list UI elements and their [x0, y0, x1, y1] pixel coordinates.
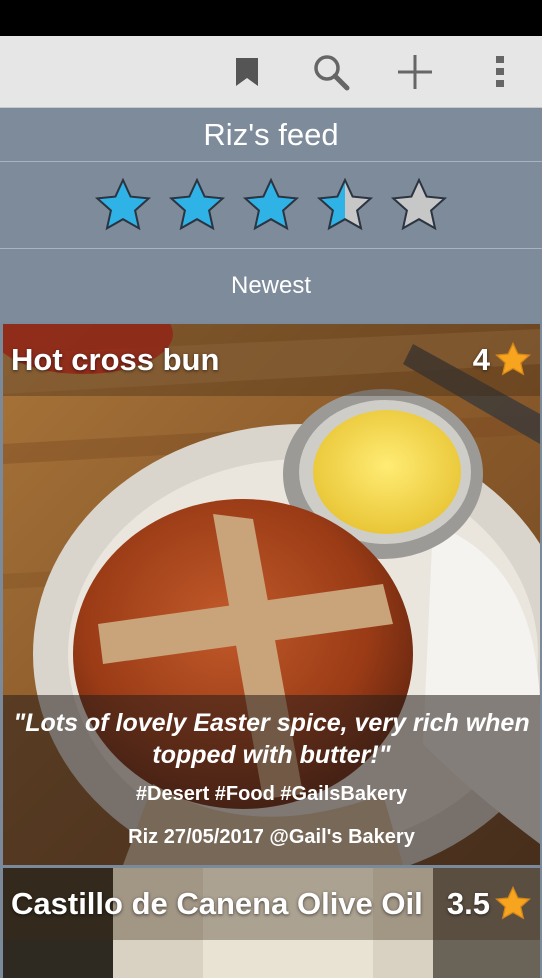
search-button[interactable] — [289, 36, 373, 108]
feed-title: Riz's feed — [0, 109, 542, 162]
rating-star-icon[interactable] — [93, 176, 153, 234]
rating-star-icon[interactable] — [389, 176, 449, 234]
card-tags[interactable]: #Desert #Food #GailsBakery — [3, 783, 540, 806]
card-header: Castillo de Canena Olive Oil 3.5 — [3, 868, 540, 940]
star-icon — [495, 885, 531, 920]
card-title: Hot cross bun — [11, 342, 220, 377]
card-footer: "Lots of lovely Easter spice, very rich … — [3, 695, 540, 865]
card-review: "Lots of lovely Easter spice, very rich … — [13, 709, 530, 769]
rating-star-icon[interactable] — [167, 176, 227, 234]
card-header: Hot cross bun 4 — [3, 324, 540, 396]
add-icon — [398, 55, 432, 89]
card-score: 3.5 — [446, 886, 490, 921]
feed-rating[interactable] — [0, 162, 542, 249]
feed-header: Riz's feed Newest — [0, 109, 542, 322]
rating-star-icon[interactable] — [315, 176, 375, 234]
status-bar — [0, 0, 542, 36]
bookmark-icon — [236, 58, 258, 86]
action-bar — [0, 36, 542, 108]
overflow-menu-button[interactable] — [458, 36, 542, 108]
card-title: Castillo de Canena Olive Oil — [11, 886, 423, 921]
sort-selector[interactable]: Newest — [0, 249, 542, 322]
star-icon — [495, 341, 531, 376]
overflow-menu-icon — [496, 56, 504, 87]
add-button[interactable] — [373, 36, 457, 108]
bookmark-button[interactable] — [205, 36, 289, 108]
card-score: 4 — [472, 342, 490, 377]
feed-card[interactable]: Castillo de Canena Olive Oil 3.5 — [3, 868, 540, 978]
rating-star-icon[interactable] — [241, 176, 301, 234]
feed-card[interactable]: Hot cross bun 4 "Lots of lovely Easter s… — [3, 324, 540, 865]
search-icon — [314, 55, 350, 91]
card-meta: Riz 27/05/2017 @Gail's Bakery — [128, 826, 415, 848]
